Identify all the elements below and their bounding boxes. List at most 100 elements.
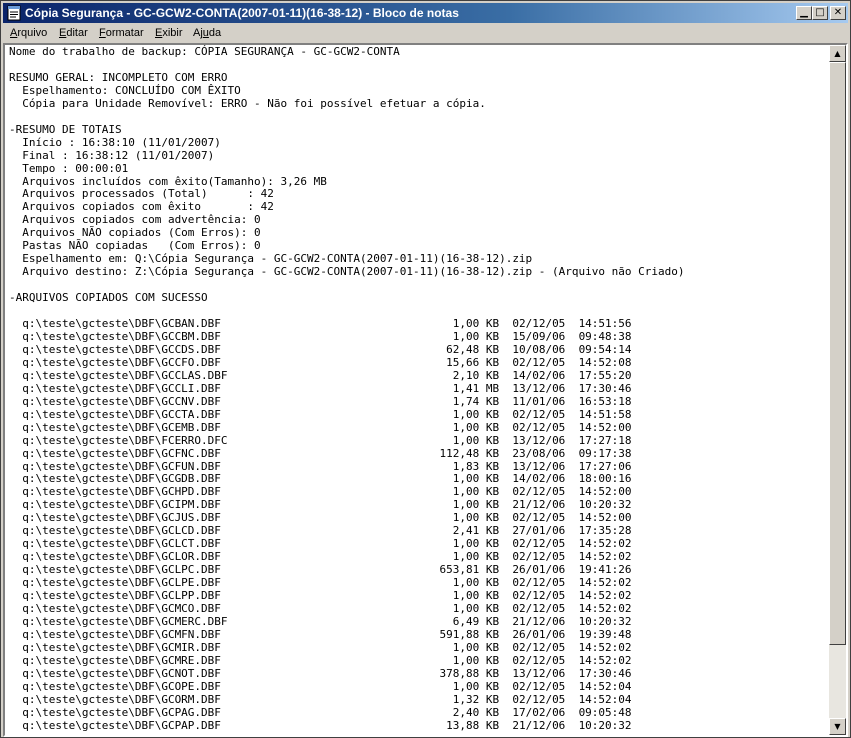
file-path: q:\teste\gcteste\DBF\GCHPD.DBF <box>9 485 440 499</box>
file-path: q:\teste\gcteste\DBF\GCLCT.DBF <box>9 537 440 551</box>
notepad-window: Cópia Segurança - GC-GCW2-CONTA(2007-01-… <box>0 0 851 738</box>
file-path: q:\teste\gcteste\DBF\GCCFO.DBF <box>9 355 440 369</box>
vertical-scrollbar[interactable]: ▲ ▼ <box>829 45 846 735</box>
text-line <box>9 59 827 72</box>
text-line: Espelhamento: CONCLUÍDO COM ÊXITO <box>9 83 241 97</box>
file-date: 10/08/06 <box>512 342 579 356</box>
file-date: 15/09/06 <box>512 329 579 343</box>
file-date: 02/12/05 <box>512 407 579 421</box>
file-size: 1,00 KB <box>439 420 513 434</box>
menu-formatar[interactable]: Formatar <box>99 27 144 39</box>
file-size: 1,00 KB <box>439 407 513 421</box>
file-size: 1,00 KB <box>439 589 513 603</box>
file-path: q:\teste\gcteste\DBF\GCLPP.DBF <box>9 589 440 603</box>
scroll-down-button[interactable]: ▼ <box>829 718 846 735</box>
file-size: 112,48 KB <box>439 446 513 460</box>
menu-exibir[interactable]: Exibir <box>155 27 183 39</box>
scroll-thumb[interactable] <box>829 62 846 645</box>
file-time: 19:39:48 <box>578 627 632 641</box>
file-size: 591,88 KB <box>439 627 513 641</box>
text-line: Nome do trabalho de backup: CÓPIA SEGURA… <box>9 45 400 58</box>
file-size: 1,00 KB <box>439 433 513 447</box>
file-path: q:\teste\gcteste\DBF\GCOPE.DBF <box>9 679 440 693</box>
file-time: 10:20:32 <box>578 718 632 732</box>
file-path: q:\teste\gcteste\DBF\GCEMB.DBF <box>9 420 440 434</box>
file-path: q:\teste\gcteste\DBF\GCCBM.DBF <box>9 329 440 343</box>
close-icon: ✕ <box>833 7 843 18</box>
file-date: 13/12/06 <box>512 459 579 473</box>
file-path: q:\teste\gcteste\DBF\GCMRE.DBF <box>9 653 440 667</box>
file-path: q:\teste\gcteste\DBF\GCBAN.DBF <box>9 317 440 331</box>
menu-arquivo[interactable]: Arquivo <box>10 27 47 39</box>
file-time: 09:05:48 <box>578 705 632 719</box>
file-path: q:\teste\gcteste\DBF\FCERRO.DFC <box>9 433 440 447</box>
file-path: q:\teste\gcteste\DBF\GCLPC.DBF <box>9 563 440 577</box>
file-time: 10:20:32 <box>578 614 632 628</box>
file-size: 378,88 KB <box>439 666 513 680</box>
file-time: 14:52:08 <box>578 355 632 369</box>
file-time: 14:52:02 <box>578 576 632 590</box>
file-time: 17:55:20 <box>578 368 632 382</box>
menu-ajuda[interactable]: Ajuda <box>193 27 221 39</box>
file-time: 14:52:00 <box>578 511 632 525</box>
file-size: 13,88 KB <box>439 718 513 732</box>
file-path: q:\teste\gcteste\DBF\GCFNC.DBF <box>9 446 440 460</box>
file-size: 2,10 KB <box>439 368 513 382</box>
file-size: 653,81 KB <box>439 563 513 577</box>
scroll-up-button[interactable]: ▲ <box>829 45 846 62</box>
file-date: 02/12/05 <box>512 537 579 551</box>
text-line: Arquivo destino: Z:\Cópia Segurança - GC… <box>9 265 685 279</box>
file-time: 09:54:14 <box>578 342 632 356</box>
file-size: 1,41 MB <box>439 381 513 395</box>
file-date: 02/12/05 <box>512 317 579 331</box>
file-date: 02/12/05 <box>512 355 579 369</box>
close-button[interactable]: ✕ <box>830 6 846 20</box>
file-time: 09:17:38 <box>578 446 632 460</box>
file-time: 17:30:46 <box>578 666 632 680</box>
file-date: 27/01/06 <box>512 524 579 538</box>
minimize-button[interactable]: ▁ <box>796 6 812 20</box>
text-editor[interactable]: Nome do trabalho de backup: CÓPIA SEGURA… <box>3 43 848 737</box>
file-size: 1,00 KB <box>439 576 513 590</box>
file-date: 02/12/05 <box>512 692 579 706</box>
file-size: 1,00 KB <box>439 601 513 615</box>
file-size: 1,00 KB <box>439 485 513 499</box>
file-path: q:\teste\gcteste\DBF\GCJUS.DBF <box>9 511 440 525</box>
file-time: 14:52:00 <box>578 420 632 434</box>
maximize-icon: □ <box>815 7 825 18</box>
file-date: 13/12/06 <box>512 433 579 447</box>
file-date: 21/12/06 <box>512 614 579 628</box>
menu-editar[interactable]: Editar <box>59 27 88 39</box>
file-date: 02/12/05 <box>512 420 579 434</box>
file-path: q:\teste\gcteste\DBF\GCLOR.DBF <box>9 550 440 564</box>
text-line: Início : 16:38:10 (11/01/2007) <box>9 135 221 149</box>
file-date: 14/02/06 <box>512 472 579 486</box>
file-size: 62,48 KB <box>439 342 513 356</box>
file-time: 14:52:02 <box>578 640 632 654</box>
file-date: 02/12/05 <box>512 601 579 615</box>
file-size: 1,00 KB <box>439 679 513 693</box>
file-date: 02/12/05 <box>512 640 579 654</box>
file-date: 02/12/05 <box>512 679 579 693</box>
text-line: Tempo : 00:00:01 <box>9 161 129 175</box>
text-line <box>9 111 827 124</box>
file-date: 26/01/06 <box>512 627 579 641</box>
document-text[interactable]: Nome do trabalho de backup: CÓPIA SEGURA… <box>9 45 827 733</box>
file-size: 1,83 KB <box>439 459 513 473</box>
file-path: q:\teste\gcteste\DBF\GCCLI.DBF <box>9 381 440 395</box>
menu-bar: Arquivo Editar Formatar Exibir Ajuda <box>3 24 848 43</box>
file-path: q:\teste\gcteste\DBF\GCNOT.DBF <box>9 666 440 680</box>
file-date: 02/12/05 <box>512 550 579 564</box>
file-date: 17/02/06 <box>512 705 579 719</box>
file-path: q:\teste\gcteste\DBF\GCGDB.DBF <box>9 472 440 486</box>
title-bar[interactable]: Cópia Segurança - GC-GCW2-CONTA(2007-01-… <box>3 3 848 23</box>
maximize-button[interactable]: □ <box>812 6 828 20</box>
text-line: RESUMO GERAL: INCOMPLETO COM ERRO <box>9 70 228 84</box>
file-path: q:\teste\gcteste\DBF\GCCLAS.DBF <box>9 368 440 382</box>
file-time: 14:51:58 <box>578 407 632 421</box>
file-path: q:\teste\gcteste\DBF\GCPAG.DBF <box>9 705 440 719</box>
file-size: 2,41 KB <box>439 524 513 538</box>
file-time: 14:52:02 <box>578 653 632 667</box>
file-size: 2,40 KB <box>439 705 513 719</box>
file-path: q:\teste\gcteste\DBF\GCMCO.DBF <box>9 601 440 615</box>
